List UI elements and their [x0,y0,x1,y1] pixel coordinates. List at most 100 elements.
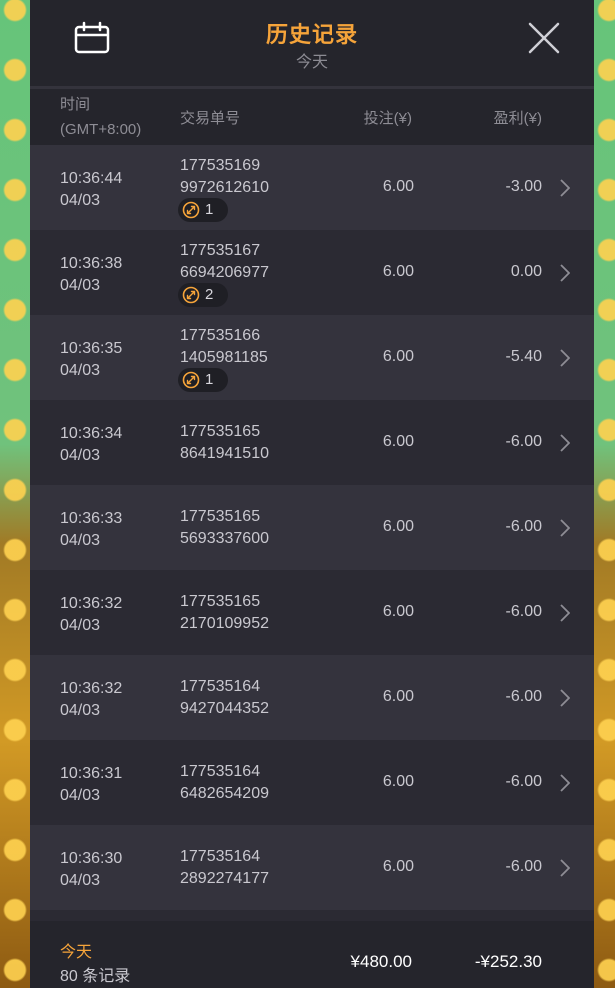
history-row[interactable]: 10:36:38 04/03 177535167 6694206977 2 6.… [30,230,594,315]
row-datetime: 10:36:44 04/03 [60,168,122,212]
row-datetime: 10:36:38 04/03 [60,253,122,297]
row-id-part1: 177535164 [180,848,261,865]
row-id-part2: 6694206977 [180,264,269,281]
row-time: 10:36:38 [60,255,123,272]
row-profit: -5.40 [505,348,542,365]
row-id-part1: 177535166 [180,327,261,344]
close-icon[interactable] [526,20,562,56]
row-time: 10:36:33 [60,510,123,527]
row-date: 04/03 [60,277,101,294]
chevron-right-icon [560,689,570,707]
row-bet: 6.00 [382,348,414,365]
page-title: 历史记录 [265,22,358,47]
row-id-part1: 177535165 [180,423,261,440]
row-profit: -6.00 [505,518,542,535]
row-transaction-id: 177535169 9972612610 [180,155,269,199]
chevron-right-icon [560,179,570,197]
free-spin-badge: 1 [178,198,228,222]
chevron-right-icon [560,349,570,367]
history-row[interactable]: 10:36:34 04/03 177535165 8641941510 6.00… [30,400,594,485]
total-bet: ¥480.00 [350,952,412,971]
row-profit: -6.00 [505,773,542,790]
row-id-part1: 177535165 [180,593,261,610]
row-date: 04/03 [60,787,101,804]
row-profit: -3.00 [505,178,542,195]
row-transaction-id: 177535165 8641941510 [180,421,269,465]
row-bet: 6.00 [382,603,414,620]
game-background-right [594,0,615,988]
row-bet: 6.00 [382,433,414,450]
history-row[interactable]: 10:36:32 04/03 177535164 9427044352 6.00… [30,655,594,740]
row-bet: 6.00 [382,858,414,875]
row-datetime: 10:36:33 04/03 [60,508,122,552]
badge-count: 1 [205,371,214,388]
history-row[interactable]: 10:36:30 04/03 177535164 2892274177 6.00… [30,825,594,910]
date-filter-label: 今天 [295,54,328,71]
row-transaction-id: 177535164 6482654209 [180,761,269,805]
summary-period: 今天 [60,944,93,961]
chevron-right-icon [560,434,570,452]
row-bet: 6.00 [382,773,414,790]
column-time-label: 时间 [60,96,91,113]
spin-icon [182,201,200,219]
row-bet: 6.00 [382,688,414,705]
chevron-right-icon [560,519,570,537]
row-bet: 6.00 [382,178,414,195]
free-spin-badge: 2 [178,283,228,307]
row-transaction-id: 177535165 2170109952 [180,591,269,635]
column-timezone-label: (GMT+8:00) [60,121,142,138]
row-profit: -6.00 [505,433,542,450]
row-time: 10:36:32 [60,595,123,612]
row-date: 04/03 [60,362,101,379]
history-row[interactable]: 10:36:44 04/03 177535169 9972612610 1 6.… [30,145,594,230]
total-profit: -¥252.30 [474,952,542,971]
row-date: 04/03 [60,192,101,209]
row-transaction-id: 177535166 1405981185 [180,325,268,369]
row-datetime: 10:36:32 04/03 [60,593,122,637]
badge-count: 2 [205,286,214,303]
spin-icon [182,371,200,389]
chevron-right-icon [560,859,570,877]
row-transaction-id: 177535164 9427044352 [180,676,269,720]
row-id-part2: 9972612610 [180,179,269,196]
chevron-right-icon [560,604,570,622]
row-date: 04/03 [60,702,101,719]
row-id-part2: 2170109952 [180,615,269,632]
row-time: 10:36:31 [60,765,123,782]
row-bet: 6.00 [382,518,414,535]
row-date: 04/03 [60,447,101,464]
history-row[interactable]: 10:36:35 04/03 177535166 1405981185 1 6.… [30,315,594,400]
summary-footer: 今天 80 条记录 ¥480.00 -¥252.30 [30,921,594,988]
game-background-left [0,0,30,988]
row-date: 04/03 [60,617,101,634]
chevron-right-icon [560,774,570,792]
free-spin-badge: 1 [178,368,228,392]
row-date: 04/03 [60,532,101,549]
row-id-part2: 8641941510 [180,445,269,462]
row-bet: 6.00 [382,263,414,280]
row-time: 10:36:35 [60,340,123,357]
column-profit-label: 盈利(¥) [493,110,542,127]
row-id-part2: 5693337600 [180,530,269,547]
row-id-part1: 177535167 [180,242,261,259]
row-id-part1: 177535165 [180,508,261,525]
row-datetime: 10:36:35 04/03 [60,338,122,382]
row-transaction-id: 177535165 5693337600 [180,506,269,550]
row-datetime: 10:36:30 04/03 [60,848,122,892]
history-row[interactable]: 10:36:33 04/03 177535165 5693337600 6.00… [30,485,594,570]
row-id-part1: 177535164 [180,763,261,780]
row-time: 10:36:32 [60,680,123,697]
chevron-right-icon [560,264,570,282]
row-datetime: 10:36:34 04/03 [60,423,122,467]
row-profit: 0.00 [510,263,542,280]
record-count: 80 条记录 [60,968,131,985]
history-row[interactable]: 10:36:32 04/03 177535165 2170109952 6.00… [30,570,594,655]
row-date: 04/03 [60,872,101,889]
row-id-part2: 2892274177 [180,870,269,887]
row-time: 10:36:30 [60,850,123,867]
row-id-part2: 6482654209 [180,785,269,802]
row-id-part1: 177535169 [180,157,261,174]
row-transaction-id: 177535167 6694206977 [180,240,269,284]
row-id-part2: 1405981185 [180,349,268,366]
history-row[interactable]: 10:36:31 04/03 177535164 6482654209 6.00… [30,740,594,825]
